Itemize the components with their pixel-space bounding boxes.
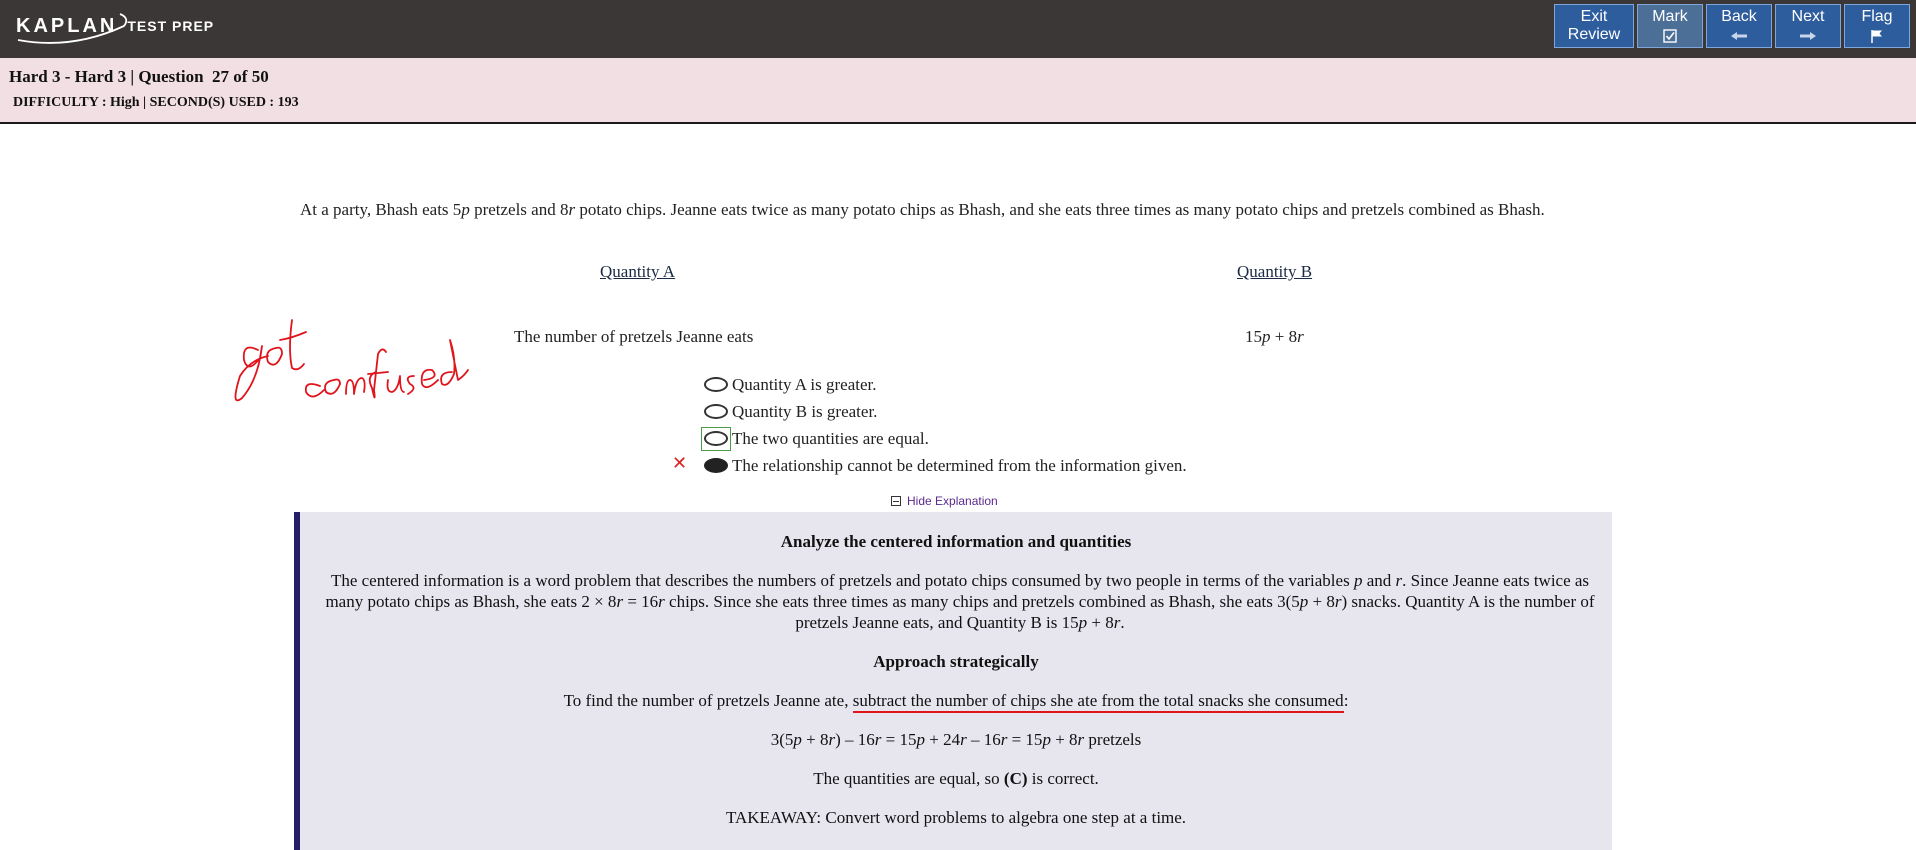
back-button[interactable]: Back (1706, 4, 1772, 48)
red-underlined-text: subtract the number of chips she ate fro… (852, 691, 1344, 713)
explanation-paragraph-1: The centered information is a word probl… (325, 571, 1595, 632)
choice-label: The two quantities are equal. (732, 428, 929, 448)
answer-choices: Quantity A is greater. Quantity B is gre… (672, 371, 1187, 479)
choice-label: Quantity B is greater. (732, 401, 878, 421)
conclusion-suffix: is correct. (1027, 769, 1099, 788)
mark-button[interactable]: Mark (1637, 4, 1703, 48)
quantity-b-heading: Quantity B (1237, 262, 1313, 281)
handwriting-got-confused (234, 319, 469, 402)
logo-subtitle: TEST PREP (127, 18, 215, 34)
stem-text: potato chips. Jeanne eats twice as many … (575, 200, 1545, 219)
explanation-heading-2: Approach strategically (873, 652, 1039, 671)
question-info-bar: Hard 3 - Hard 3 | Question 27 of 50 DIFF… (0, 58, 1916, 124)
exit-label-line1: Exit (1580, 8, 1608, 25)
choice-d[interactable]: ✕ The relationship cannot be determined … (672, 452, 1187, 479)
choice-a[interactable]: Quantity A is greater. (700, 371, 1187, 398)
explanation-paragraph-2: To find the number of pretzels Jeanne at… (300, 691, 1612, 713)
choice-label: Quantity A is greater. (732, 374, 877, 394)
explanation-equation: 3(5p + 8r) – 16r = 15p + 24r – 16r = 15p… (770, 730, 1142, 749)
explanation-conclusion: The quantities are equal, so (C) is corr… (300, 769, 1612, 789)
flag-button[interactable]: Flag (1844, 4, 1910, 48)
kaplan-logo: KAPLAN TEST PREP (16, 8, 214, 44)
conclusion-prefix: The quantities are equal, so (813, 769, 1004, 788)
hide-explanation-toggle[interactable]: Hide Explanation (891, 494, 998, 508)
question-meta: DIFFICULTY : High | SECOND(S) USED : 193 (13, 95, 299, 110)
quantity-a-value: The number of pretzels Jeanne eats (514, 327, 754, 346)
correct-answer-letter: (C) (1003, 769, 1028, 788)
variable-p: p (461, 200, 470, 219)
collapse-icon (891, 496, 901, 506)
quantity-b-value: 15p + 8r (1245, 327, 1304, 347)
toolbar: Exit Review Mark Back Next Flag (1554, 4, 1910, 48)
choice-b[interactable]: Quantity B is greater. (700, 398, 1187, 425)
explanation-heading-1: Analyze the centered information and qua… (780, 532, 1132, 551)
radio-button[interactable] (704, 404, 728, 419)
para2-prefix: To find the number of pretzels Jeanne at… (563, 691, 853, 710)
variable-p: p (1262, 327, 1271, 346)
radio-button[interactable] (704, 431, 728, 446)
back-label: Back (1721, 8, 1757, 25)
stem-text: At a party, Bhash eats 5 (300, 200, 462, 219)
radio-wrap (700, 454, 732, 478)
quantity-a-heading: Quantity A (600, 262, 676, 281)
top-bar: KAPLAN TEST PREP Exit Review Mark Back N… (0, 0, 1916, 58)
arrow-left-icon (1730, 28, 1748, 44)
next-label: Next (1791, 8, 1825, 25)
hide-explanation-label: Hide Explanation (907, 494, 998, 508)
next-button[interactable]: Next (1775, 4, 1841, 48)
radio-button-selected[interactable] (704, 458, 728, 473)
checkbox-icon (1663, 28, 1677, 44)
variable-r: r (1297, 327, 1304, 346)
mark-label: Mark (1652, 8, 1688, 25)
arrow-right-icon (1799, 28, 1817, 44)
qb-text: + 8 (1270, 327, 1298, 346)
qb-text: 15 (1245, 327, 1262, 346)
exit-label-line2: Review (1567, 26, 1621, 43)
question-title: Hard 3 - Hard 3 | Question 27 of 50 (9, 67, 269, 86)
question-stem: At a party, Bhash eats 5p pretzels and 8… (300, 200, 1545, 220)
para2-suffix: : (1343, 691, 1349, 710)
exit-review-button[interactable]: Exit Review (1554, 4, 1634, 48)
radio-wrap (700, 373, 732, 397)
explanation-takeaway: TAKEAWAY: Convert word problems to algeb… (725, 808, 1187, 827)
radio-wrap (700, 400, 732, 424)
correct-answer-box (701, 426, 731, 451)
explanation-panel: Analyze the centered information and qua… (294, 512, 1612, 850)
choice-c[interactable]: The two quantities are equal. (700, 425, 1187, 452)
flag-icon (1870, 28, 1884, 44)
stem-text: pretzels and 8 (469, 200, 569, 219)
radio-button[interactable] (704, 377, 728, 392)
choice-label: The relationship cannot be determined fr… (732, 455, 1187, 475)
flag-label: Flag (1861, 8, 1893, 25)
wrong-answer-x-icon: ✕ (672, 453, 688, 474)
logo-swoosh-icon (17, 13, 128, 44)
